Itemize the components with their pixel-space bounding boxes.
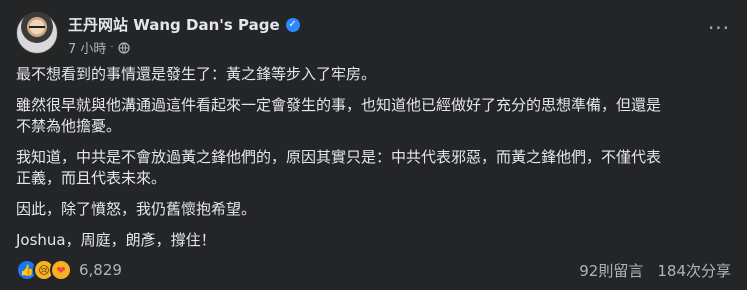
reaction-count: 6,829 (79, 261, 122, 279)
post-time-link[interactable]: 7 小時 (68, 38, 106, 57)
avatar-glasses (29, 26, 45, 32)
post-paragraph-5: Joshua，周庭，朗彥，撐住！ (16, 231, 216, 249)
post-header: 王丹网站 Wang Dan's Page ✓ (68, 14, 300, 35)
post-meta: 7 小時 · (68, 38, 130, 57)
more-options-button[interactable]: ··· (705, 16, 733, 40)
post-paragraph-3: 我知道，中共是不會放過黃之鋒他們的，原因其實只是：中共代表邪惡，而黃之鋒他們，不… (16, 148, 662, 187)
page-avatar[interactable] (16, 12, 58, 54)
comments-count-link[interactable]: 92則留言 (579, 260, 643, 281)
post-footer: 👍 😢 ❤ 6,829 92則留言 184次分享 (16, 258, 731, 282)
reaction-summary[interactable]: 👍 😢 ❤ 6,829 (16, 259, 122, 281)
shares-count-link[interactable]: 184次分享 (657, 260, 731, 281)
public-globe-icon (117, 41, 130, 54)
post-paragraph-1: 最不想看到的事情還是發生了：黃之鋒等步入了牢房。 (16, 65, 377, 83)
verified-badge-icon: ✓ (285, 17, 300, 32)
post-stats: 92則留言 184次分享 (579, 260, 731, 281)
post-paragraph-2: 雖然很早就與他溝通過這件看起來一定會發生的事，也知道他已經做好了充分的思想準備，… (16, 96, 662, 135)
meta-separator: · (110, 42, 114, 53)
facebook-post: 王丹网站 Wang Dan's Page ✓ 7 小時 · ··· 最不想看到的… (0, 0, 747, 290)
post-content: 最不想看到的事情還是發生了：黃之鋒等步入了牢房。 雖然很早就與他溝通過這件看起來… (16, 64, 731, 261)
post-paragraph-4: 因此，除了憤怒，我仍舊懷抱希望。 (16, 200, 257, 218)
care-reaction-icon: ❤ (50, 259, 72, 281)
page-name-link[interactable]: 王丹网站 Wang Dan's Page (68, 14, 280, 35)
